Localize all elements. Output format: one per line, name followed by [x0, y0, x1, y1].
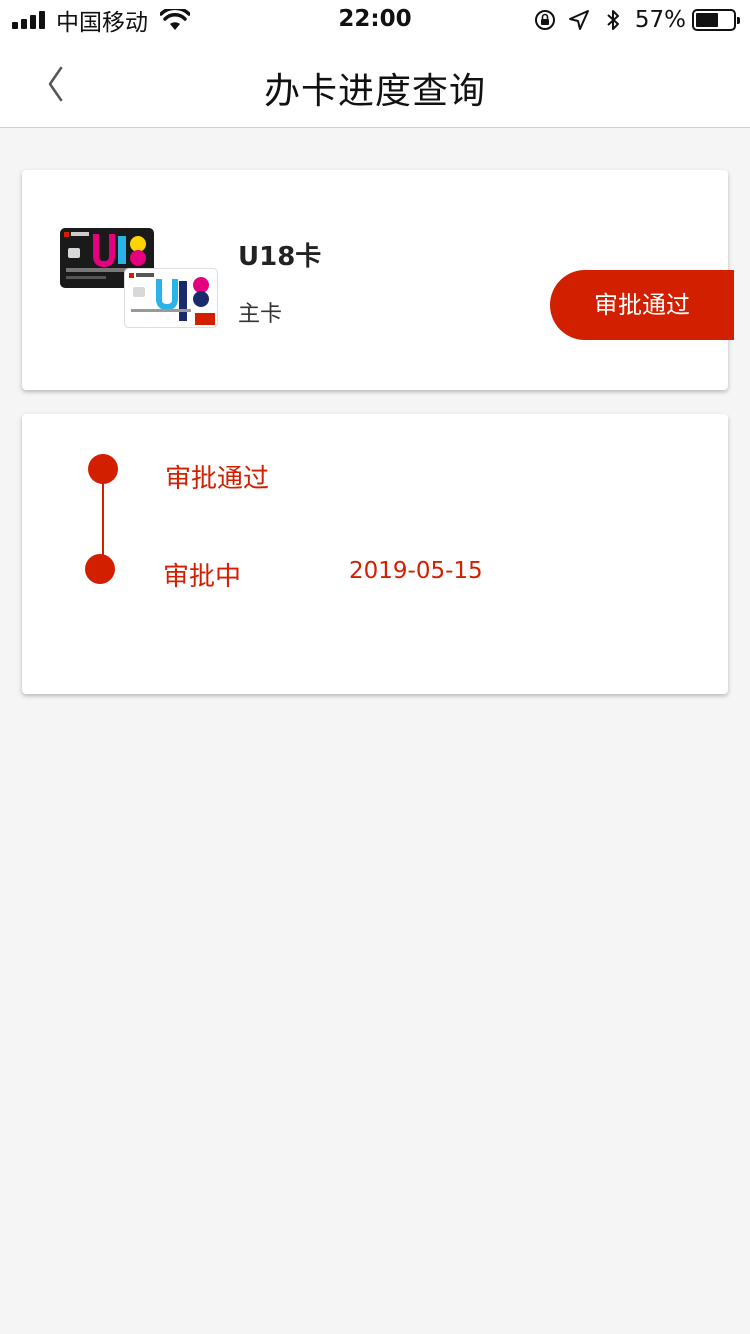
progress-card: 审批通过 审批中 2019-05-15 — [22, 414, 728, 694]
credit-card-image — [60, 228, 220, 330]
card-summary[interactable]: U18卡 主卡 审批通过 — [22, 170, 734, 390]
card-image-white — [124, 268, 218, 328]
timeline-step-date: 2019-05-15 — [349, 558, 483, 584]
card-type: 主卡 — [238, 302, 283, 327]
nav-bar: 办卡进度查询 — [0, 40, 750, 128]
timeline-step-label: 审批通过 — [165, 464, 270, 494]
status-bar: 中国移动 22:00 57% — [0, 0, 750, 40]
timeline-step-label: 审批中 — [163, 562, 242, 592]
battery-percent: 57% — [634, 7, 686, 33]
status-badge: 审批通过 — [550, 270, 734, 340]
page-title: 办卡进度查询 — [263, 71, 486, 112]
card-name: U18卡 — [238, 242, 322, 272]
status-right: 57% — [533, 7, 740, 33]
timeline-dot — [85, 554, 115, 584]
bluetooth-icon — [607, 10, 619, 30]
rotation-lock-icon — [534, 10, 555, 30]
battery-icon — [692, 9, 740, 31]
timeline-dot — [88, 454, 118, 484]
location-icon — [568, 10, 589, 30]
